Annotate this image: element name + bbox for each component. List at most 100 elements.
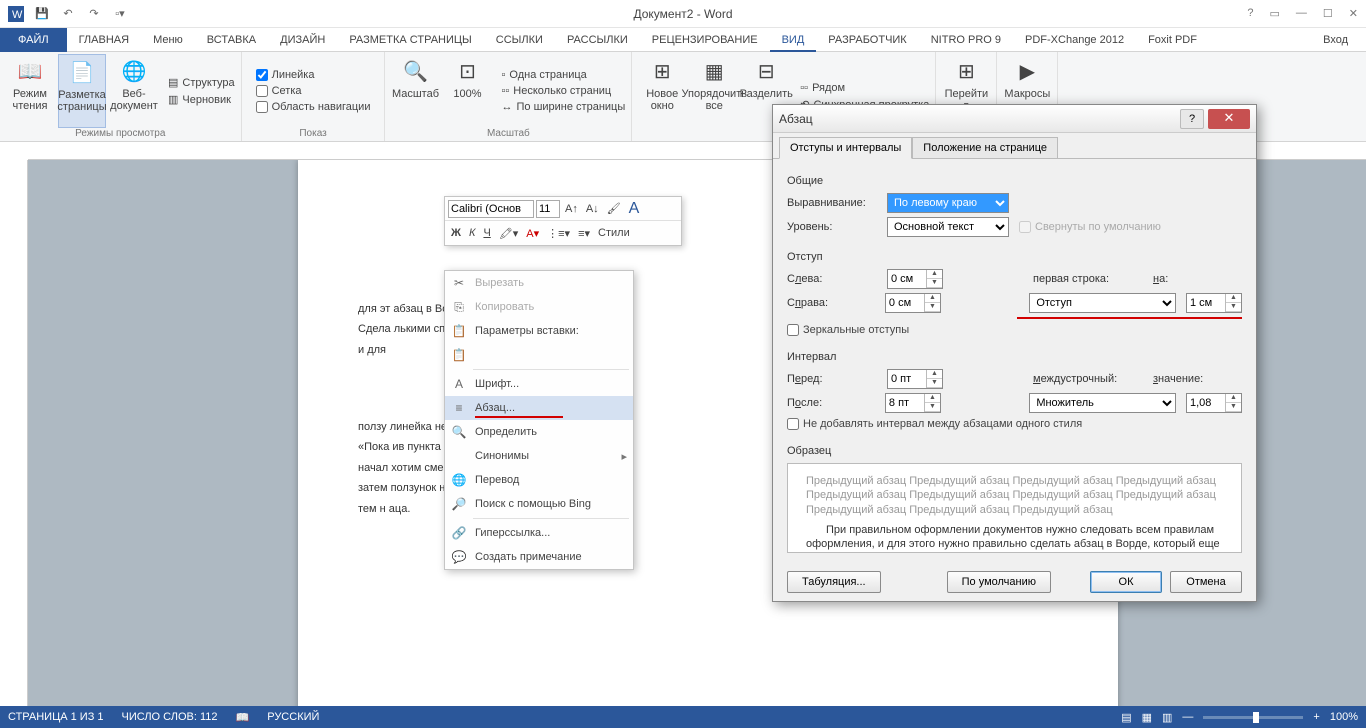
undo-icon[interactable]: ↶	[60, 6, 76, 22]
save-icon[interactable]: 💾	[34, 6, 50, 22]
dialog-tab-indents[interactable]: Отступы и интервалы	[779, 137, 912, 159]
tab-home[interactable]: ГЛАВНАЯ	[67, 28, 141, 52]
vertical-ruler[interactable]	[10, 160, 28, 706]
redo-icon[interactable]: ↷	[86, 6, 102, 22]
outline-level-select[interactable]: Основной текст	[887, 217, 1009, 237]
tab-design[interactable]: ДИЗАЙН	[268, 28, 337, 52]
view-web-icon[interactable]: ▥	[1162, 711, 1172, 724]
read-mode-button[interactable]: 📖Режим чтения	[6, 54, 54, 128]
ctx-define[interactable]: 🔍Определить	[445, 420, 633, 444]
navpane-checkbox[interactable]: Область навигации	[256, 100, 371, 114]
ruler-checkbox[interactable]: Линейка	[256, 68, 371, 82]
alignment-select[interactable]: По левому краю	[887, 193, 1009, 213]
tab-view[interactable]: ВИД	[770, 28, 817, 52]
new-doc-icon[interactable]: ▫▾	[112, 6, 128, 22]
grow-font-icon[interactable]: A↑	[562, 203, 581, 215]
font-combo[interactable]	[448, 200, 534, 218]
multi-page-button[interactable]: ▫▫ Несколько страниц	[501, 84, 625, 98]
ctx-font[interactable]: AШрифт...	[445, 372, 633, 396]
indent-right-spinner[interactable]: ▲▼	[885, 293, 941, 313]
web-layout-button[interactable]: 🌐Веб-документ	[110, 54, 158, 128]
section-indent: Отступ	[787, 251, 1242, 263]
print-layout-button[interactable]: 📄Разметка страницы	[58, 54, 106, 128]
ctx-synonyms[interactable]: Синонимы▸	[445, 444, 633, 468]
status-page[interactable]: СТРАНИЦА 1 ИЗ 1	[8, 711, 104, 723]
zoom-button[interactable]: 🔍Масштаб	[391, 54, 439, 128]
tab-foxit[interactable]: Foxit PDF	[1136, 28, 1209, 52]
special-indent-select[interactable]: Отступ	[1029, 293, 1176, 313]
dialog-titlebar[interactable]: Абзац ? ✕	[773, 105, 1256, 133]
default-button[interactable]: По умолчанию	[947, 571, 1051, 593]
tab-nitro[interactable]: NITRO PRO 9	[919, 28, 1013, 52]
tab-pdfx[interactable]: PDF-XChange 2012	[1013, 28, 1136, 52]
ctx-paste-options: 📋Параметры вставки:	[445, 319, 633, 343]
status-language[interactable]: РУССКИЙ	[267, 711, 319, 723]
one-page-button[interactable]: ▫ Одна страница	[501, 68, 625, 82]
window-title: Документ2 - Word	[633, 7, 732, 21]
tab-insert[interactable]: ВСТАВКА	[195, 28, 268, 52]
dialog-title: Абзац	[779, 112, 1180, 126]
dialog-close-button[interactable]: ✕	[1208, 109, 1250, 129]
zoom-slider[interactable]	[1203, 716, 1303, 719]
ctx-bing[interactable]: 🔎Поиск с помощью Bing	[445, 492, 633, 516]
zoom-in-icon[interactable]: +	[1313, 711, 1319, 723]
view-read-icon[interactable]: ▤	[1121, 711, 1131, 724]
outline-button[interactable]: ▤ Структура	[168, 75, 235, 90]
bullets-icon[interactable]: ⋮≡▾	[544, 227, 573, 240]
spacing-before-spinner[interactable]: ▲▼	[887, 369, 943, 389]
font-color-icon[interactable]: A▾	[523, 227, 542, 240]
styles-button[interactable]: Стили	[595, 227, 633, 239]
tab-developer[interactable]: РАЗРАБОТЧИК	[816, 28, 918, 52]
maximize-icon[interactable]: ☐	[1323, 7, 1333, 20]
ok-button[interactable]: ОК	[1090, 571, 1162, 593]
italic-icon[interactable]: К	[466, 227, 478, 239]
tab-menu[interactable]: Меню	[141, 28, 195, 52]
gridlines-checkbox[interactable]: Сетка	[256, 84, 371, 98]
draft-button[interactable]: ▥ Черновик	[168, 92, 235, 107]
zoom-level[interactable]: 100%	[1330, 711, 1358, 723]
tab-mailings[interactable]: РАССЫЛКИ	[555, 28, 640, 52]
tab-references[interactable]: ССЫЛКИ	[484, 28, 555, 52]
ctx-hyperlink[interactable]: 🔗Гиперссылка...	[445, 521, 633, 545]
page-width-button[interactable]: ↔ По ширине страницы	[501, 100, 625, 114]
dont-add-space-checkbox[interactable]: Не добавлять интервал между абзацами одн…	[787, 417, 1242, 431]
font-size-combo[interactable]	[536, 200, 560, 218]
line-spacing-select[interactable]: Множитель	[1029, 393, 1176, 413]
ctx-paragraph[interactable]: ≡Абзац...	[445, 396, 633, 420]
close-icon[interactable]: ✕	[1349, 7, 1358, 20]
tabs-button[interactable]: Табуляция...	[787, 571, 881, 593]
status-bar: СТРАНИЦА 1 ИЗ 1 ЧИСЛО СЛОВ: 112 📖 РУССКИ…	[0, 706, 1366, 728]
zoom-100-button[interactable]: ⊡100%	[443, 54, 491, 128]
dialog-tab-position[interactable]: Положение на странице	[912, 137, 1058, 159]
styles-icon[interactable]: A	[626, 200, 643, 218]
underline-icon[interactable]: Ч	[480, 227, 493, 239]
help-icon[interactable]: ?	[1247, 7, 1253, 20]
numbering-icon[interactable]: ≡▾	[575, 227, 593, 240]
ctx-paste-keep[interactable]: 📋	[445, 343, 633, 367]
status-words[interactable]: ЧИСЛО СЛОВ: 112	[122, 711, 218, 723]
new-window-button[interactable]: ⊞Новое окно	[638, 54, 686, 139]
view-print-icon[interactable]: ▦	[1142, 711, 1152, 724]
indent-by-spinner[interactable]: ▲▼	[1186, 293, 1242, 313]
ctx-translate[interactable]: 🌐Перевод	[445, 468, 633, 492]
ribbon-opts-icon[interactable]: ▭	[1270, 7, 1280, 20]
shrink-font-icon[interactable]: A↓	[583, 203, 602, 215]
minimize-icon[interactable]: —	[1296, 7, 1307, 20]
cancel-button[interactable]: Отмена	[1170, 571, 1242, 593]
mirror-indents-checkbox[interactable]: Зеркальные отступы	[787, 323, 1242, 337]
tab-review[interactable]: РЕЦЕНЗИРОВАНИЕ	[640, 28, 770, 52]
format-painter-icon[interactable]: 🖌	[604, 202, 624, 215]
spacing-after-spinner[interactable]: ▲▼	[885, 393, 941, 413]
highlight-icon[interactable]: 🖍▾	[496, 227, 522, 240]
status-proofing-icon[interactable]: 📖	[236, 711, 250, 724]
bold-icon[interactable]: Ж	[448, 227, 464, 239]
arrange-all-button[interactable]: ▦Упорядочить все	[690, 54, 738, 139]
tab-login[interactable]: Вход	[1311, 28, 1366, 52]
line-spacing-value-spinner[interactable]: ▲▼	[1186, 393, 1242, 413]
tab-file[interactable]: ФАЙЛ	[0, 28, 67, 52]
tab-layout[interactable]: РАЗМЕТКА СТРАНИЦЫ	[337, 28, 483, 52]
dialog-help-button[interactable]: ?	[1180, 109, 1204, 129]
indent-left-spinner[interactable]: ▲▼	[887, 269, 943, 289]
zoom-out-icon[interactable]: —	[1182, 711, 1193, 723]
ctx-comment[interactable]: 💬Создать примечание	[445, 545, 633, 569]
